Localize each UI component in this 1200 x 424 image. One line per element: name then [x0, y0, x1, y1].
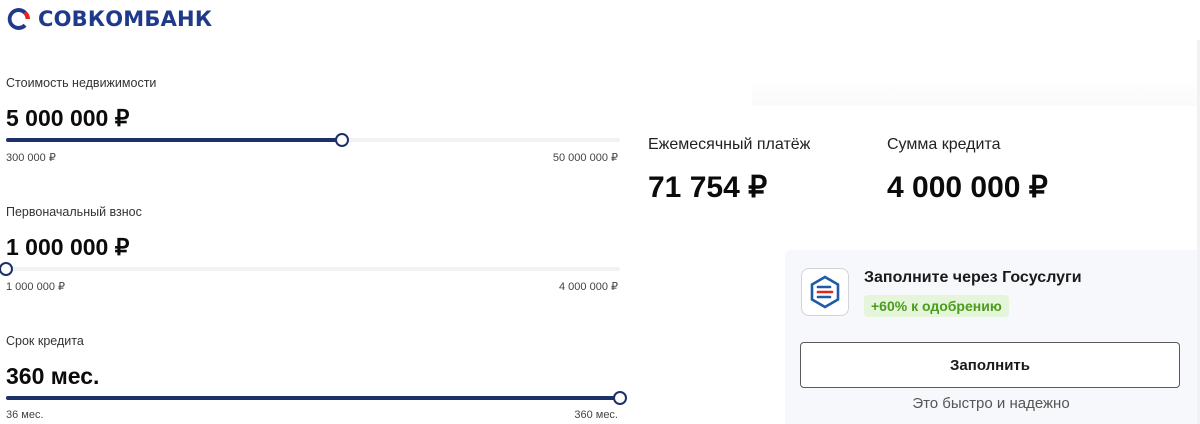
- property-price-min: 300 000 ₽: [6, 152, 56, 164]
- bank-name: СОВКОМБАНК: [38, 7, 213, 31]
- results-panel-top: [752, 76, 1197, 106]
- monthly-payment-value: 71 754 ₽: [648, 171, 768, 204]
- gosuslugi-logo-icon: [810, 275, 840, 309]
- property-price-label: Стоимость недвижимости: [6, 76, 157, 90]
- approval-badge: +60% к одобрению: [864, 295, 1009, 317]
- slider-fill: [6, 138, 343, 142]
- fill-button[interactable]: Заполнить: [800, 342, 1180, 388]
- loan-term-min: 36 мес.: [6, 409, 44, 421]
- loan-term-slider[interactable]: [6, 391, 627, 405]
- down-payment-max: 4 000 000 ₽: [559, 281, 618, 293]
- slider-thumb[interactable]: [335, 133, 350, 147]
- loan-term-label: Срок кредита: [6, 334, 84, 348]
- loan-term-value[interactable]: 360 мес.: [6, 363, 99, 390]
- loan-term-max: 360 мес.: [574, 409, 618, 421]
- gosuslugi-note: Это быстро и надежно: [912, 395, 1070, 412]
- property-price-field: Стоимость недвижимости 5 000 000 ₽ 300 0…: [6, 76, 620, 168]
- down-payment-slider[interactable]: [0, 262, 620, 276]
- down-payment-field: Первоначальный взнос 1 000 000 ₽ 1 000 0…: [0, 205, 620, 297]
- down-payment-label: Первоначальный взнос: [6, 205, 142, 219]
- monthly-payment-label: Ежемесячный платёж: [648, 136, 811, 153]
- down-payment-value[interactable]: 1 000 000 ₽: [6, 234, 129, 261]
- down-payment-min: 1 000 000 ₽: [6, 281, 65, 293]
- property-price-max: 50 000 000 ₽: [552, 152, 618, 164]
- slider-fill: [6, 396, 620, 400]
- loan-term-field: Срок кредита 360 мес. 36 мес. 360 мес.: [6, 334, 627, 424]
- gosuslugi-card: Заполните через Госуслуги +60% к одобрен…: [785, 250, 1197, 424]
- sovcombank-logo-icon: [7, 7, 31, 31]
- gosuslugi-title: Заполните через Госуслуги: [864, 269, 1082, 286]
- loan-amount-value: 4 000 000 ₽: [887, 171, 1048, 204]
- property-price-slider[interactable]: [6, 133, 620, 147]
- slider-thumb[interactable]: [613, 391, 627, 405]
- gosuslugi-logo: [801, 268, 849, 316]
- loan-amount-label: Сумма кредита: [887, 136, 1001, 153]
- bank-logo[interactable]: СОВКОМБАНК: [6, 6, 212, 32]
- property-price-value[interactable]: 5 000 000 ₽: [6, 105, 129, 132]
- slider-thumb[interactable]: [0, 262, 13, 276]
- slider-track: [6, 267, 620, 271]
